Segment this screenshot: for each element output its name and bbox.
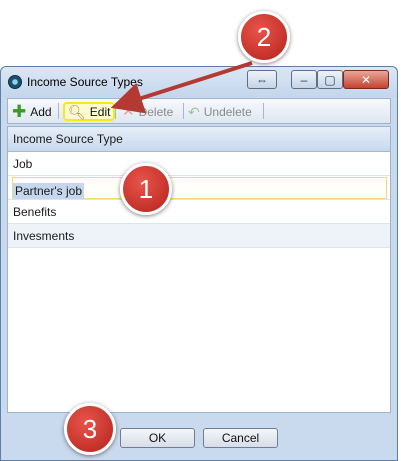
callout-arrow xyxy=(110,61,253,114)
arrow-line xyxy=(110,61,253,114)
callout-badge-1: 1 xyxy=(120,163,172,215)
callout-badge-2: 2 xyxy=(238,11,290,63)
callout-badge-3: 3 xyxy=(64,403,116,455)
